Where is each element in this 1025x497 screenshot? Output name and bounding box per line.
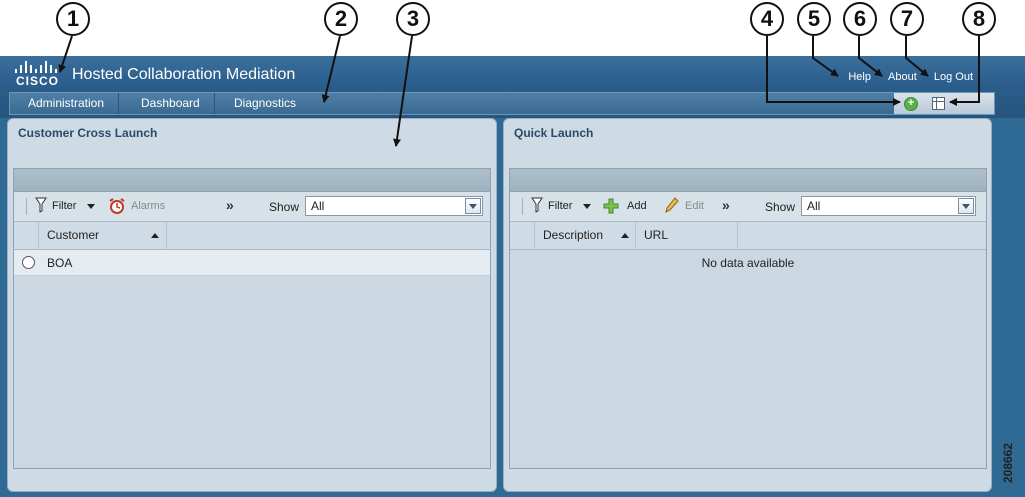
panel-title: Quick Launch: [514, 126, 594, 140]
grid-header-bar: [510, 169, 986, 192]
filter-icon[interactable]: [531, 197, 543, 213]
show-select[interactable]: All: [305, 196, 483, 216]
add-button[interactable]: Add: [627, 200, 647, 212]
callout-7: 7: [890, 2, 924, 36]
show-label: Show: [765, 200, 796, 214]
quick-launch-panel: Quick Launch Filter Add Edit » Show All: [503, 118, 992, 492]
edit-button[interactable]: Edit: [685, 200, 704, 212]
sort-ascending-icon[interactable]: [151, 233, 159, 238]
table-row[interactable]: BOA: [14, 250, 490, 276]
filter-icon[interactable]: [35, 197, 47, 213]
row-radio[interactable]: [22, 256, 35, 269]
grid-header-bar: [14, 169, 490, 192]
add-portlet-icon[interactable]: +: [904, 97, 918, 111]
column-select: [510, 222, 535, 249]
customer-cross-launch-panel: Customer Cross Launch Filter Alarms » Sh…: [7, 118, 497, 492]
app-header: CISCO Hosted Collaboration Mediation Hel…: [0, 56, 1025, 118]
filter-button[interactable]: Filter: [52, 200, 76, 212]
customer-toolbar: Filter Alarms » Show All: [14, 192, 490, 222]
show-label: Show: [269, 200, 300, 214]
column-description[interactable]: Description: [535, 222, 636, 249]
show-select[interactable]: All: [801, 196, 976, 216]
dashboard-area: Customer Cross Launch Filter Alarms » Sh…: [0, 118, 1025, 497]
callout-8: 8: [962, 2, 996, 36]
show-select-value: All: [807, 199, 821, 213]
nav-administration[interactable]: Administration: [10, 93, 120, 114]
callout-6: 6: [843, 2, 877, 36]
chevron-down-icon[interactable]: [465, 198, 481, 214]
column-customer[interactable]: Customer: [39, 222, 167, 249]
column-headers: Customer: [14, 222, 490, 250]
nav-dashboard[interactable]: Dashboard: [123, 93, 215, 114]
more-tools-icon[interactable]: »: [226, 197, 234, 213]
main-navbar: Administration Dashboard Diagnostics +: [9, 92, 995, 115]
sort-ascending-icon[interactable]: [621, 233, 629, 238]
layout-icon[interactable]: [932, 97, 945, 110]
chevron-down-icon[interactable]: [958, 198, 974, 214]
about-link[interactable]: About: [888, 71, 917, 83]
figure-id-text: 208662: [1001, 442, 1016, 484]
logout-link[interactable]: Log Out: [934, 71, 973, 83]
top-links: Help About Log Out: [834, 71, 973, 83]
filter-button[interactable]: Filter: [548, 200, 572, 212]
quick-launch-grid: Filter Add Edit » Show All Description U…: [509, 168, 987, 469]
help-link[interactable]: Help: [848, 71, 871, 83]
dashboard-tools: +: [894, 93, 994, 114]
alarm-clock-icon[interactable]: [109, 198, 125, 214]
cisco-logo: CISCO: [14, 61, 62, 88]
figure-id: 208662: [1001, 440, 1023, 490]
nav-diagnostics[interactable]: Diagnostics: [216, 93, 310, 114]
column-headers: Description URL: [510, 222, 986, 250]
pencil-icon[interactable]: [665, 197, 679, 213]
panel-title: Customer Cross Launch: [18, 126, 158, 140]
column-url[interactable]: URL: [636, 222, 738, 249]
show-select-value: All: [311, 199, 325, 213]
column-select: [14, 222, 39, 249]
callout-2: 2: [324, 2, 358, 36]
logo-text: CISCO: [16, 74, 60, 88]
more-tools-icon[interactable]: »: [722, 197, 730, 213]
add-icon[interactable]: [603, 198, 619, 214]
callout-1: 1: [56, 2, 90, 36]
chevron-down-icon[interactable]: [87, 204, 95, 209]
quick-launch-toolbar: Filter Add Edit » Show All: [510, 192, 986, 222]
customer-grid: Filter Alarms » Show All Customer BOA: [13, 168, 491, 469]
empty-state-text: No data available: [701, 256, 795, 270]
callout-4: 4: [750, 2, 784, 36]
callout-3: 3: [396, 2, 430, 36]
app-title: Hosted Collaboration Mediation: [72, 66, 296, 83]
alarms-button[interactable]: Alarms: [131, 200, 165, 212]
chevron-down-icon[interactable]: [583, 204, 591, 209]
callout-5: 5: [797, 2, 831, 36]
customer-cell: BOA: [47, 256, 73, 270]
